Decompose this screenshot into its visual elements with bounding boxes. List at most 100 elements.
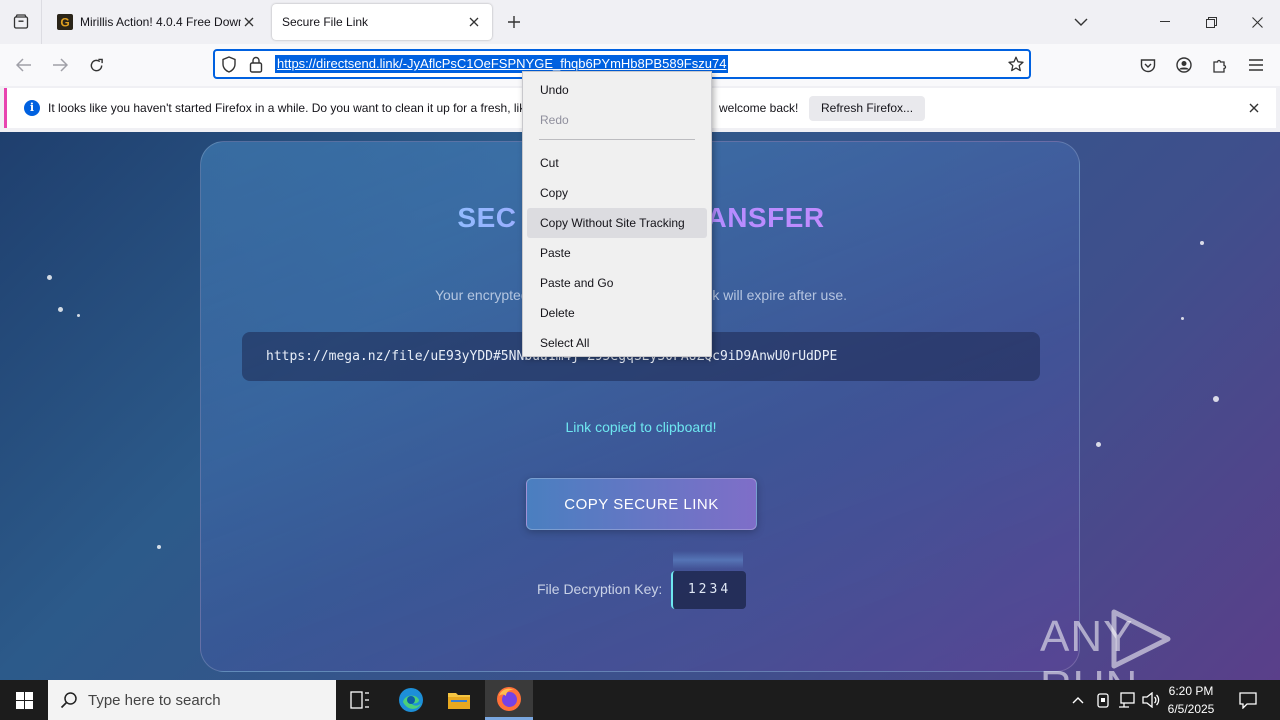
menu-item-copy-without-site-tracking[interactable]: Copy Without Site Tracking — [527, 208, 707, 238]
list-all-tabs-button[interactable] — [1058, 0, 1104, 44]
reload-button[interactable] — [81, 50, 111, 80]
close-tab-icon[interactable] — [241, 14, 257, 30]
url-context-menu: Undo Redo Cut Copy Copy Without Site Tra… — [522, 71, 712, 357]
close-window-button[interactable] — [1234, 0, 1280, 44]
menu-item-select-all[interactable]: Select All — [527, 328, 707, 358]
taskbar-edge[interactable] — [387, 680, 435, 720]
account-button[interactable] — [1169, 50, 1199, 80]
copied-confirmation: Link copied to clipboard! — [565, 419, 717, 435]
notification-icon — [1239, 691, 1257, 709]
background-star — [47, 275, 52, 280]
firefox-view-button[interactable] — [0, 0, 42, 44]
back-button[interactable] — [9, 50, 39, 80]
restore-icon — [1205, 16, 1217, 28]
notification-message: It looks like you haven't started Firefo… — [48, 101, 526, 115]
menu-item-undo[interactable]: Undo — [527, 75, 707, 105]
subtitle-left: Your encrypted — [434, 287, 529, 303]
copy-secure-link-button[interactable]: COPY SECURE LINK — [526, 478, 757, 530]
pocket-icon — [1140, 58, 1156, 72]
decorative-glow — [673, 551, 743, 569]
volume-button[interactable] — [1140, 680, 1162, 720]
reload-icon — [90, 58, 103, 71]
subtitle-right: nk will expire after use. — [704, 287, 848, 303]
info-icon: i — [24, 100, 40, 116]
new-tab-button[interactable] — [502, 10, 526, 34]
hamburger-icon — [1249, 59, 1263, 71]
menu-item-delete[interactable]: Delete — [527, 298, 707, 328]
tracking-protection-shield-icon[interactable] — [221, 56, 237, 73]
background-star — [157, 545, 161, 549]
menu-item-paste-and-go[interactable]: Paste and Go — [527, 268, 707, 298]
task-view-button[interactable] — [336, 680, 384, 720]
close-tab-icon[interactable] — [466, 14, 482, 30]
title-left: SEC — [457, 202, 517, 233]
refresh-firefox-button[interactable]: Refresh Firefox... — [809, 96, 926, 121]
folder-icon — [448, 693, 470, 709]
taskbar-search-box[interactable]: Type here to search — [48, 680, 336, 720]
windows-logo-icon — [15, 691, 33, 709]
app-menu-button[interactable] — [1241, 50, 1271, 80]
background-star — [58, 307, 63, 312]
mirillis-g-icon: G — [57, 14, 73, 30]
task-view-icon — [350, 691, 369, 709]
menu-item-cut[interactable]: Cut — [527, 148, 707, 178]
clock-date: 6/5/2025 — [1167, 702, 1215, 716]
menu-item-copy[interactable]: Copy — [527, 178, 707, 208]
show-hidden-icons-button[interactable] — [1068, 680, 1088, 720]
taskbar-firefox[interactable] — [485, 680, 533, 720]
network-icon — [1119, 692, 1135, 708]
firefox-icon — [497, 686, 521, 711]
minimize-button[interactable] — [1142, 0, 1188, 44]
title-right: ANSFER — [706, 202, 825, 233]
background-star — [1213, 396, 1219, 402]
restore-button[interactable] — [1188, 0, 1234, 44]
edge-icon — [399, 688, 423, 712]
chevron-down-icon — [1074, 18, 1088, 26]
minimize-icon — [1160, 21, 1170, 22]
background-star — [77, 314, 80, 317]
pocket-button[interactable] — [1133, 50, 1163, 80]
tab-mirillis[interactable]: G Mirillis Action! 4.0.4 Free Downl — [47, 4, 267, 40]
lock-icon[interactable] — [249, 56, 263, 73]
tab-secure-file-link[interactable]: Secure File Link — [272, 4, 492, 40]
close-icon[interactable] — [1246, 100, 1262, 116]
menu-item-paste[interactable]: Paste — [527, 238, 707, 268]
windows-taskbar: Type here to search 6:20 PM 6/5/2025 — [0, 680, 1280, 720]
background-star — [1200, 241, 1204, 245]
tab-title: Mirillis Action! 4.0.4 Free Downl — [80, 15, 241, 29]
plus-icon — [508, 16, 520, 28]
close-icon — [1251, 16, 1263, 28]
decryption-key-label: File Decryption Key: — [537, 581, 663, 597]
anyrun-watermark: ANYRUN — [1040, 609, 1280, 680]
notifications-button[interactable] — [1232, 680, 1264, 720]
background-star — [1181, 317, 1184, 320]
clock-time: 6:20 PM — [1168, 684, 1214, 698]
menu-item-redo[interactable]: Redo — [527, 105, 707, 135]
taskbar-clock[interactable]: 6:20 PM 6/5/2025 — [1160, 682, 1222, 718]
tab-title: Secure File Link — [282, 15, 369, 29]
device-icon — [1097, 692, 1109, 708]
account-icon — [1176, 57, 1192, 73]
svg-text:G: G — [60, 16, 69, 30]
search-placeholder: Type here to search — [88, 691, 221, 709]
tab-strip: G Mirillis Action! 4.0.4 Free Downl Secu… — [0, 0, 1280, 44]
menu-separator — [539, 139, 695, 148]
notification-message-tail: welcome back! — [719, 101, 799, 115]
network-button[interactable] — [1116, 680, 1138, 720]
play-logo-icon — [1111, 609, 1171, 669]
background-star — [1096, 442, 1101, 447]
extensions-button[interactable] — [1205, 50, 1235, 80]
taskbar-file-explorer[interactable] — [435, 680, 483, 720]
arrow-right-icon — [53, 58, 68, 72]
decryption-key-value[interactable]: 1234 — [671, 571, 746, 609]
firefox-view-icon — [13, 14, 28, 29]
speaker-icon — [1142, 692, 1160, 708]
tray-device-icon-button[interactable] — [1093, 680, 1113, 720]
bookmark-star-icon[interactable] — [1008, 56, 1024, 72]
arrow-left-icon — [16, 58, 31, 72]
search-icon — [60, 692, 77, 709]
start-button[interactable] — [0, 680, 48, 720]
forward-button[interactable] — [45, 50, 75, 80]
chevron-up-icon — [1072, 697, 1084, 704]
puzzle-icon — [1213, 59, 1227, 73]
